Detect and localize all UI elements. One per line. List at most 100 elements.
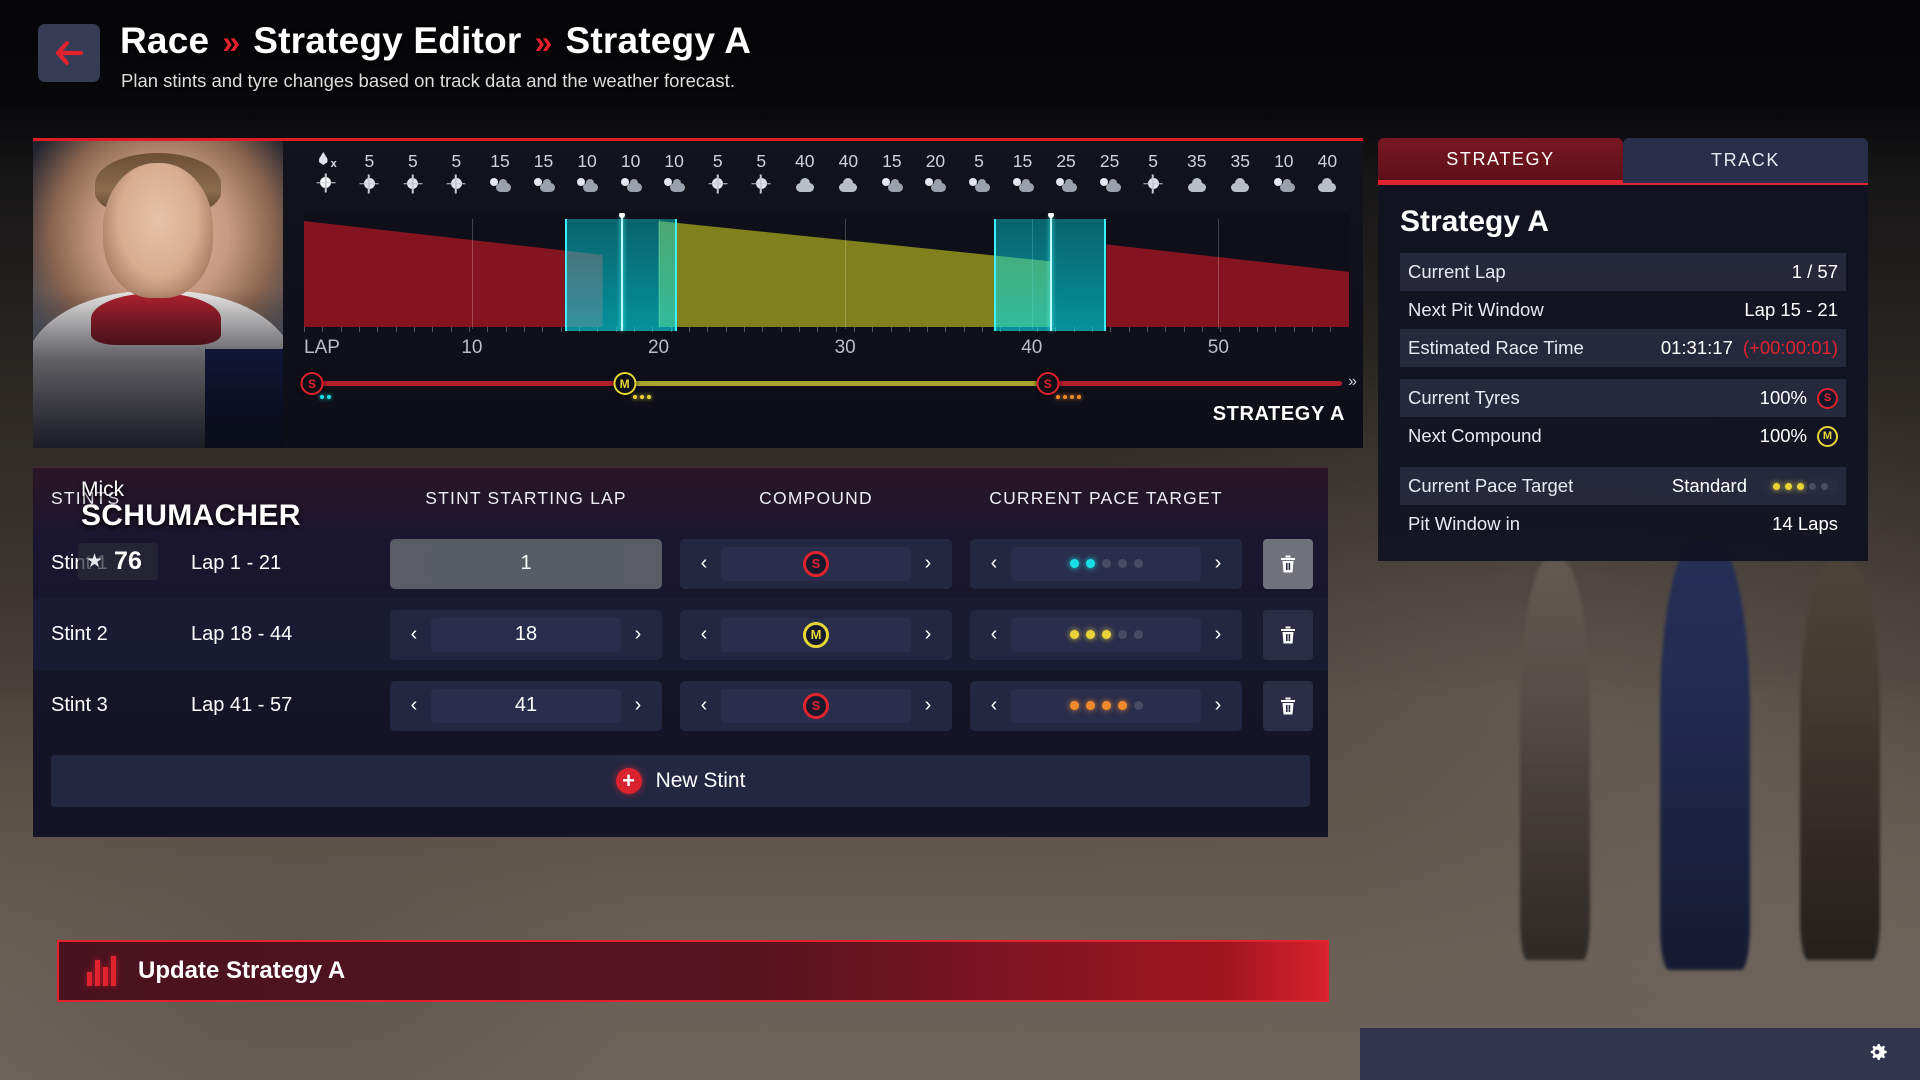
cloud-icon [794, 178, 816, 193]
weather-cell: 25 [1088, 151, 1132, 193]
cloud-icon [1229, 178, 1251, 193]
stint-segment[interactable] [1048, 381, 1342, 386]
weather-rain-percent: 10 [664, 151, 683, 172]
info-row-key: Next Compound [1408, 425, 1542, 447]
info-row-key: Pit Window in [1408, 513, 1520, 535]
bg-person-1 [1520, 560, 1590, 960]
weather-cell: 40 [783, 151, 827, 193]
stint-segment[interactable] [625, 381, 1048, 386]
bg-person-2 [1660, 540, 1750, 970]
weather-rain-percent: 5 [1148, 151, 1158, 172]
weather-cell: 20 [914, 151, 958, 193]
axis-tick-label: 20 [648, 337, 669, 359]
stint-strategy-bar[interactable]: SMS [304, 369, 1349, 411]
timeline-expand-icon[interactable]: » [1348, 373, 1357, 391]
weather-cell: 15 [1001, 151, 1045, 193]
axis-tick-label: 40 [1021, 337, 1042, 359]
info-row: Next Pit WindowLap 15 - 21 [1400, 291, 1846, 329]
weather-cell: 10 [652, 151, 696, 193]
weather-cell: 15 [522, 151, 566, 193]
weather-icon [1055, 175, 1077, 193]
weather-cell: 5 [739, 151, 783, 193]
axis-tick-label: 50 [1208, 337, 1229, 359]
panel-title: Strategy A [1400, 205, 1846, 239]
weather-cell: 35 [1175, 151, 1219, 193]
driver-hair [95, 153, 221, 215]
pit-stop-marker[interactable] [621, 215, 623, 331]
tab-strategy[interactable]: STRATEGY [1378, 138, 1623, 183]
weather-icon [924, 175, 946, 193]
weather-rain-percent: 5 [408, 151, 418, 172]
page-subtitle: Plan stints and tyre changes based on tr… [121, 70, 735, 92]
info-row-value: Standard [1672, 475, 1838, 497]
weather-icon [1012, 175, 1034, 193]
breadcrumb-item-strategy-editor[interactable]: Strategy Editor [253, 20, 521, 62]
weather-icon [402, 175, 424, 193]
driver-rating-value: 76 [114, 547, 142, 576]
driver-suit-accent [91, 293, 221, 345]
weather-rain-percent: 15 [882, 151, 901, 172]
pit-stop-marker[interactable] [1050, 215, 1052, 331]
stint-pace-dots [320, 395, 331, 399]
partly-cloudy-icon [576, 177, 598, 193]
info-row-value: Lap 15 - 21 [1744, 299, 1838, 321]
weather-cell: 15 [478, 151, 522, 193]
info-row-key: Estimated Race Time [1408, 337, 1584, 359]
info-row-key: Current Lap [1408, 261, 1506, 283]
chart-gridline [1218, 219, 1219, 329]
tyre-compound-icon: S [1817, 388, 1838, 409]
gear-icon[interactable] [1864, 1039, 1890, 1070]
weather-rain-indicator: x [304, 151, 348, 192]
weather-rain-percent: 5 [756, 151, 766, 172]
panel-body: Strategy A Current Lap 1 / 57 Next Pit Win… [1378, 183, 1868, 561]
weather-rain-percent: 35 [1187, 151, 1206, 172]
partly-cloudy-icon [663, 177, 685, 193]
cloud-icon [1316, 178, 1338, 193]
stint-pace-dots [633, 395, 651, 399]
info-row-key: Current Pace Target [1408, 475, 1573, 497]
tab-track[interactable]: TRACK [1623, 138, 1868, 183]
weather-rain-percent: 15 [534, 151, 553, 172]
estimated-time-delta: (+00:00:01) [1743, 337, 1838, 359]
tyre-info-row: Current Tyres100%S [1400, 379, 1846, 417]
driver-rating-badge: ★ 76 [78, 543, 158, 580]
stint-compound-marker[interactable]: S [1036, 372, 1059, 395]
partly-cloudy-icon [968, 177, 990, 193]
driver-last-name: SCHUMACHER [81, 499, 301, 533]
star-icon: ★ [86, 550, 103, 573]
weather-cell: 5 [391, 151, 435, 193]
stint-segment[interactable] [312, 381, 625, 386]
tyre-wear-wedges [304, 213, 1349, 335]
weather-rain-percent: 15 [490, 151, 509, 172]
weather-icon [881, 175, 903, 193]
partly-cloudy-icon [620, 177, 642, 193]
weather-forecast-row: x555151510101055404015205152525535351040 [304, 151, 1349, 211]
weather-cell: 5 [1131, 151, 1175, 193]
pit-window-row: Pit Window in14 Laps [1400, 505, 1846, 543]
back-button[interactable] [38, 24, 100, 82]
panel-tabs: STRATEGY TRACK [1378, 138, 1868, 183]
weather-icon [663, 175, 685, 193]
weather-rain-percent: 40 [839, 151, 858, 172]
strategy-info-panel: STRATEGY TRACK Strategy A Current Lap 1 /… [1378, 138, 1868, 561]
weather-cell: 10 [609, 151, 653, 193]
axis-tick-label: 10 [461, 337, 482, 359]
weather-cell: 10 [565, 151, 609, 193]
weather-icon [576, 175, 598, 193]
weather-icon [1316, 175, 1338, 193]
stint-compound-marker[interactable]: M [613, 372, 636, 395]
weather-rain-percent: 5 [713, 151, 723, 172]
stint-pace-dots [1056, 395, 1081, 399]
axis-tick-label: 30 [835, 337, 856, 359]
stint-compound-marker[interactable]: S [301, 372, 324, 395]
breadcrumb-item-race[interactable]: Race [120, 20, 209, 62]
weather-icon [445, 175, 467, 193]
weather-icon [968, 175, 990, 193]
partly-cloudy-icon [924, 177, 946, 193]
weather-cell: 40 [1306, 151, 1350, 193]
weather-rain-percent: 25 [1056, 151, 1075, 172]
partly-cloudy-icon [1273, 177, 1295, 193]
pace-target-row: Current Pace Target Standard [1400, 467, 1846, 505]
info-row: Estimated Race Time01:31:17 (+00:00:01) [1400, 329, 1846, 367]
info-row-value: 1 / 57 [1792, 261, 1838, 283]
